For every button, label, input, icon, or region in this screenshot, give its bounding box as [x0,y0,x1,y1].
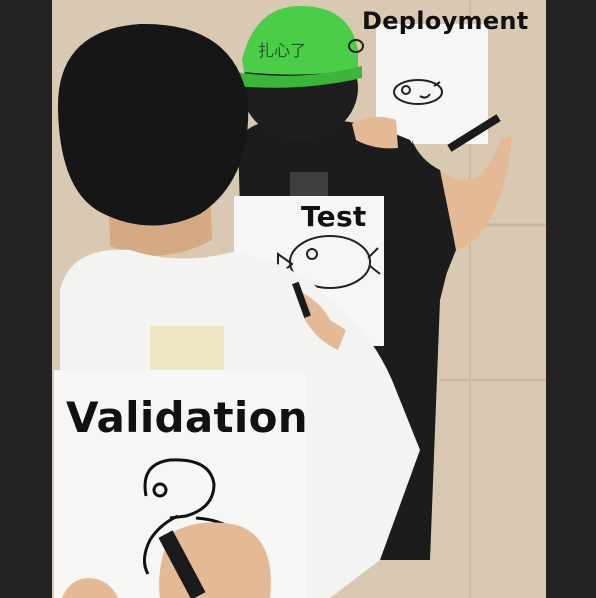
validation-label: Validation [66,393,308,442]
photo-scene: 扎心了 [0,0,596,598]
right-side-bar [546,0,596,598]
left-side-bar [0,0,52,598]
meme-image: 扎心了 Deployment Test Validation [0,0,596,598]
deployment-label: Deployment [362,7,529,35]
test-label: Test [301,200,367,233]
hat-text: 扎心了 [258,41,306,60]
